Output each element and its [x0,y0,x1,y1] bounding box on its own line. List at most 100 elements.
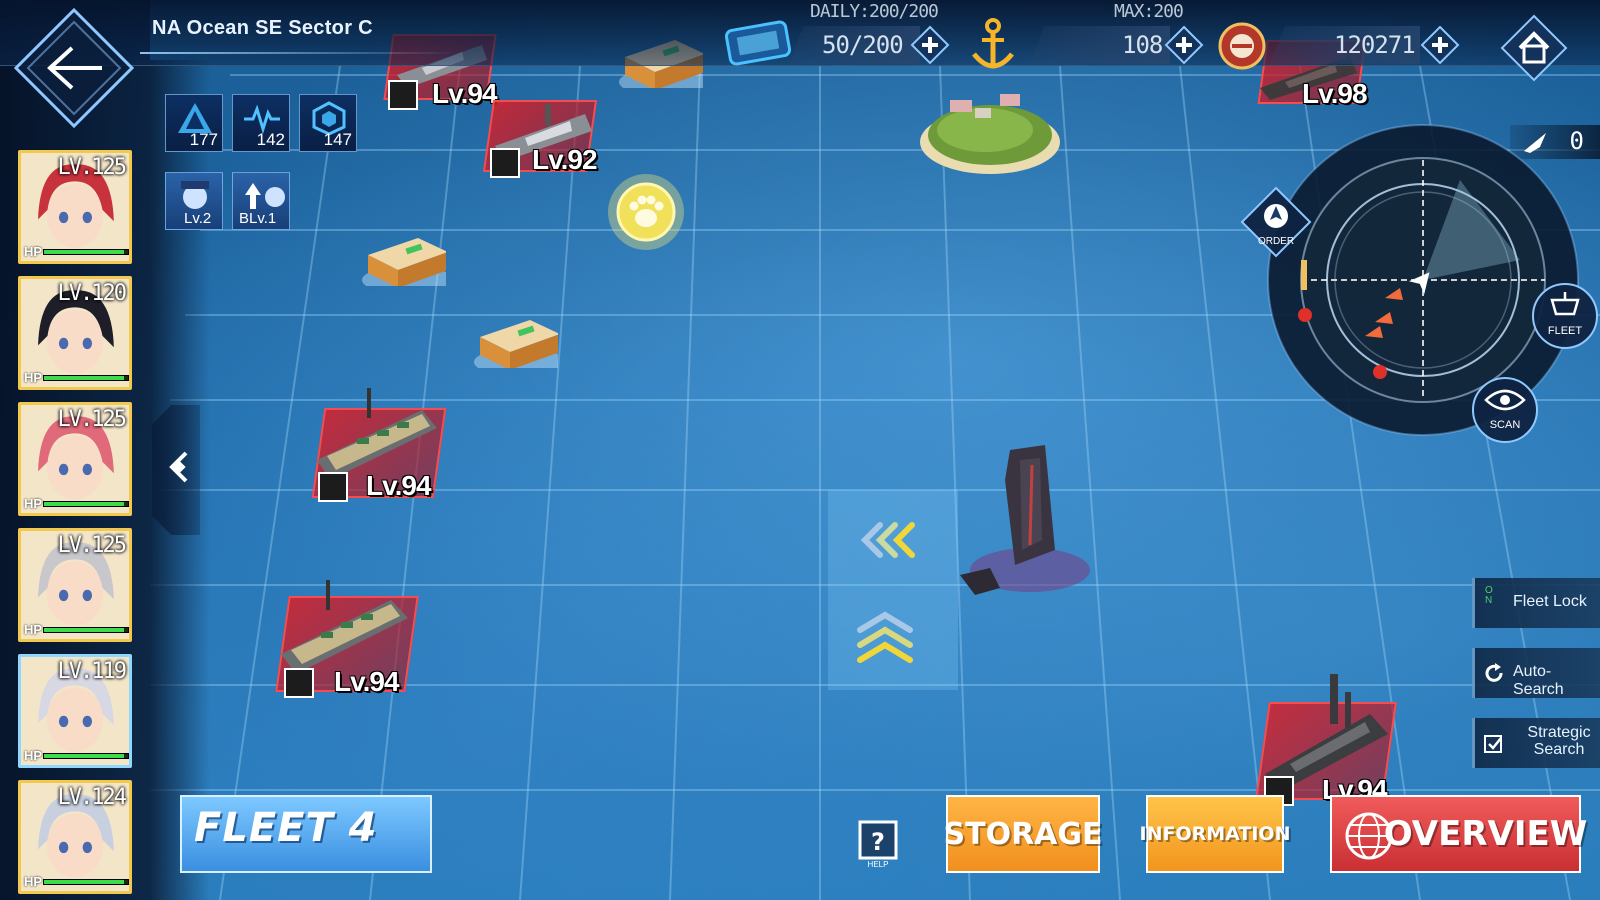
sector-title: NA Ocean SE Sector C [152,17,373,39]
arrow-left-icon [13,7,135,129]
enemy-level: Lv.92 [532,144,598,175]
hp-fill [44,880,124,884]
buff-hp[interactable]: 142 [232,94,290,152]
scan-button[interactable]: SCAN [1470,376,1540,448]
island [920,94,1060,174]
information-label: INFORMATION [1139,823,1291,845]
chevron-left-icon [169,451,188,483]
hp-label: HP [24,748,43,763]
member-level: LV.120 [57,281,127,306]
buff-value: 147 [323,130,352,149]
daily-caption: DAILY:200/200 [810,1,939,22]
oil-value: 50/200 [822,31,904,59]
supply-crate[interactable] [470,312,558,368]
add-coins-button[interactable] [1420,25,1460,65]
enemy-level: Lv.94 [432,78,498,109]
fleet-member-portrait[interactable]: LV.125 HP [18,402,132,516]
hp-fill [44,628,124,632]
hp-bar [43,249,129,255]
hp-label: HP [24,622,43,637]
auto-search-label: Auto-Search [1513,663,1564,698]
help-button[interactable]: ? HELP [856,820,900,868]
strategic-search-button[interactable]: Strategic Search [1472,718,1600,768]
fleet-member-portrait[interactable]: LV.119 HP [18,654,132,768]
member-level: LV.125 [57,155,127,180]
ship-count: 108 [1122,31,1163,59]
bond-badge[interactable]: BLv.1 [232,172,290,230]
fleet-lock-button[interactable]: ON Fleet Lock [1472,578,1600,628]
member-level: LV.125 [57,407,127,432]
captain-icon [181,181,209,209]
hp-bar [43,879,129,885]
fleet-member-portrait[interactable]: LV.125 HP [18,528,132,642]
enemy-level: Lv.94 [334,666,400,697]
enemy-level: Lv.98 [1302,78,1368,109]
add-oil-button[interactable] [910,25,950,65]
hp-fill [44,502,124,506]
hp-fill [44,250,124,254]
refresh-icon [1485,663,1503,682]
upgrade-icon [245,183,285,209]
overview-button[interactable]: OVERVIEW [1330,795,1588,873]
max-caption: MAX:200 [1114,1,1184,22]
hp-label: HP [24,496,43,511]
hp-label: HP [24,244,43,259]
fleet-label: FLEET [1548,325,1583,337]
fleet-member-portrait[interactable]: LV.120 HP [18,276,132,390]
fleet-lock-state: ON [1485,585,1493,606]
collapse-sidebar-button[interactable] [152,405,200,535]
scan-label: SCAN [1490,419,1521,431]
home-button[interactable] [1500,14,1568,82]
hp-fill [44,376,124,380]
bond-level: BLv.1 [239,210,277,227]
auto-search-button[interactable]: Auto-Search [1472,648,1600,698]
information-button[interactable]: INFORMATION [1139,795,1291,873]
rock-obstacle [960,445,1090,595]
hp-bar [43,627,129,633]
danger-icon [284,668,314,698]
oil-icon [724,20,792,66]
enemy-carrier-icon [281,580,408,674]
strategic-search-label: Strategic Search [1527,724,1591,758]
question-icon: ? [871,828,885,856]
fleet-select-button[interactable]: FLEET 4 [180,795,432,873]
hp-bar [43,375,129,381]
add-dock-button[interactable] [1164,25,1204,65]
buff-air[interactable]: 177 [165,94,223,152]
fleet-lock-label: Fleet Lock [1513,593,1587,610]
paw-marker-icon[interactable] [600,172,692,264]
danger-icon [388,80,418,110]
current-arrows [857,522,915,663]
hp-fill [44,754,124,758]
fleet-switch-button[interactable]: FLEET [1530,282,1600,354]
member-level: LV.124 [57,785,127,810]
enemy-level: Lv.94 [366,470,432,501]
captain-badge[interactable]: Lv.2 [165,172,223,230]
coin-value: 120271 [1334,31,1416,59]
hp-label: HP [24,874,43,889]
buff-value: 177 [189,130,218,149]
captain-level: Lv.2 [184,210,212,227]
checkbox-icon [1484,735,1502,753]
fleet-member-portrait[interactable]: LV.124 HP [18,780,132,894]
buff-value: 142 [256,130,285,149]
member-level: LV.119 [57,659,127,684]
fleet-member-portrait[interactable]: LV.125 HP [18,150,132,264]
storage-button[interactable]: STORAGE [943,795,1103,873]
anchor-icon [972,18,1014,69]
order-label: ORDER [1258,236,1294,247]
hp-label: HP [24,370,43,385]
storage-label: STORAGE [943,816,1103,852]
overview-label: OVERVIEW [1383,814,1588,854]
back-button[interactable] [13,7,135,129]
hp-bar [43,501,129,507]
divider [140,52,460,54]
supply-crate[interactable] [358,230,446,286]
order-button[interactable]: ORDER [1240,186,1312,258]
fleet-label: FLEET 4 [194,805,378,851]
coin-icon [1218,22,1266,70]
danger-icon [490,148,520,178]
buff-armor[interactable]: 147 [299,94,357,152]
member-level: LV.125 [57,533,127,558]
danger-icon [318,472,348,502]
